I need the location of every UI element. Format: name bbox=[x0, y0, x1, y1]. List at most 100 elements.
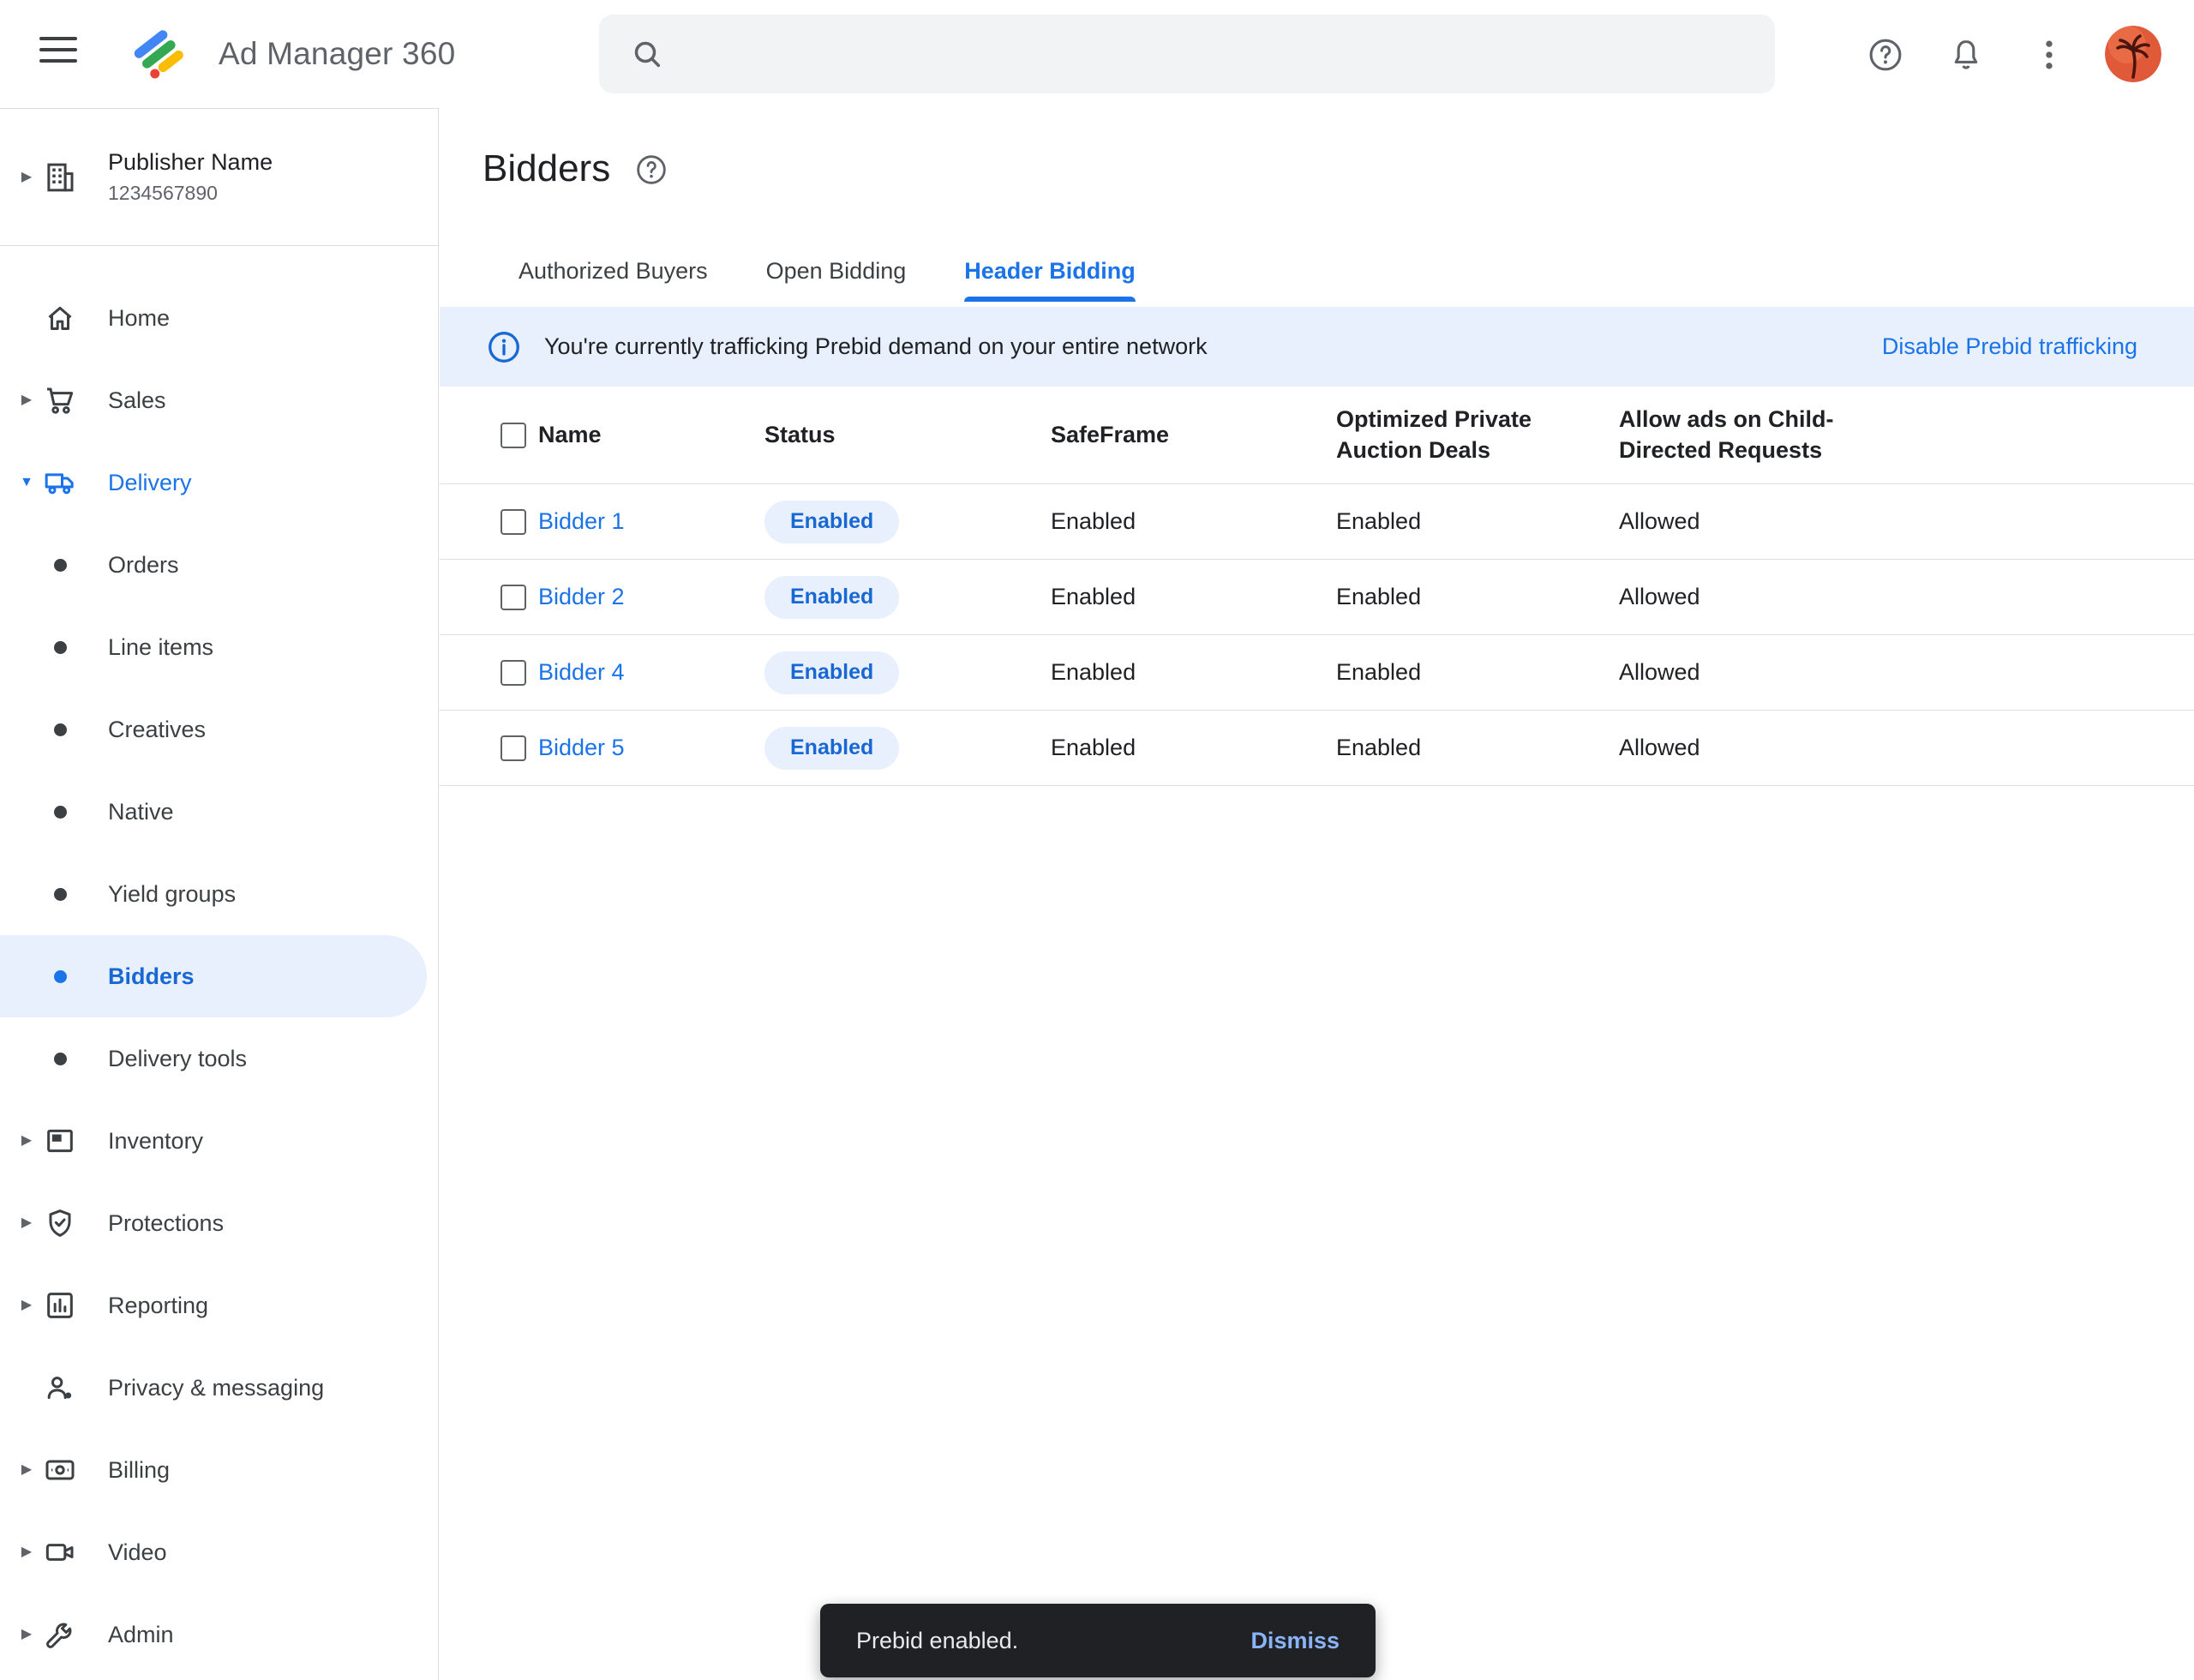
person-icon bbox=[39, 1371, 81, 1405]
tab-bar: Authorized Buyers Open Bidding Header Bi… bbox=[440, 240, 2194, 302]
bullet-icon bbox=[39, 970, 81, 983]
notifications-button[interactable] bbox=[1946, 35, 1986, 75]
table-row: Bidder 4 Enabled Enabled Enabled Allowed bbox=[440, 635, 2194, 711]
publisher-id: 1234567890 bbox=[108, 182, 273, 205]
child-directed-value: Allowed bbox=[1619, 659, 2194, 686]
row-checkbox[interactable] bbox=[501, 585, 526, 610]
toast-message: Prebid enabled. bbox=[856, 1628, 1018, 1654]
table-row: Bidder 1 Enabled Enabled Enabled Allowed bbox=[440, 484, 2194, 560]
bullet-icon bbox=[39, 723, 81, 736]
help-button[interactable] bbox=[1866, 35, 1905, 75]
sidebar-item-billing[interactable]: ▶ Billing bbox=[0, 1429, 427, 1511]
select-all-checkbox[interactable] bbox=[501, 423, 526, 448]
search-input[interactable] bbox=[683, 40, 1775, 68]
search-icon bbox=[630, 37, 664, 71]
page-help-button[interactable] bbox=[634, 153, 668, 187]
status-badge: Enabled bbox=[764, 501, 899, 543]
chevron-right-icon: ▶ bbox=[14, 393, 39, 407]
cart-icon bbox=[39, 383, 81, 417]
chevron-right-icon: ▶ bbox=[14, 1299, 39, 1312]
status-badge: Enabled bbox=[764, 651, 899, 694]
chevron-right-icon: ▶ bbox=[14, 1463, 39, 1477]
private-auction-value: Enabled bbox=[1336, 584, 1619, 610]
sidebar-item-reporting[interactable]: ▶ Reporting bbox=[0, 1264, 427, 1347]
bidder-link[interactable]: Bidder 2 bbox=[538, 584, 625, 609]
billing-icon bbox=[39, 1453, 81, 1487]
tab-open-bidding[interactable]: Open Bidding bbox=[737, 240, 936, 302]
video-camera-icon bbox=[39, 1535, 81, 1569]
ad-manager-page: Ad Manager 360 bbox=[0, 0, 2194, 1680]
bullet-icon bbox=[39, 806, 81, 819]
inventory-icon bbox=[39, 1124, 81, 1158]
page-title: Bidders bbox=[483, 147, 610, 190]
dismiss-button[interactable]: Dismiss bbox=[1250, 1628, 1340, 1654]
sidebar-item-protections[interactable]: ▶ Protections bbox=[0, 1182, 427, 1264]
main-content: Bidders Authorized Buyers Open Bidding H… bbox=[440, 108, 2194, 1680]
tab-authorized-buyers[interactable]: Authorized Buyers bbox=[489, 240, 737, 302]
bullet-icon bbox=[39, 641, 81, 654]
status-badge: Enabled bbox=[764, 727, 899, 770]
publisher-selector[interactable]: ▶ Publisher Name 1234567890 bbox=[0, 109, 438, 246]
child-directed-value: Allowed bbox=[1619, 508, 2194, 535]
sidebar-item-inventory[interactable]: ▶ Inventory bbox=[0, 1100, 427, 1182]
row-checkbox[interactable] bbox=[501, 509, 526, 535]
table-row: Bidder 5 Enabled Enabled Enabled Allowed bbox=[440, 711, 2194, 786]
sidebar-item-home[interactable]: Home bbox=[0, 277, 427, 359]
sidebar-item-sales[interactable]: ▶ Sales bbox=[0, 359, 427, 441]
publisher-name: Publisher Name bbox=[108, 149, 273, 176]
bar-chart-icon bbox=[39, 1288, 81, 1323]
avatar-palm-icon bbox=[2105, 26, 2161, 82]
menu-icon[interactable] bbox=[39, 37, 79, 71]
row-checkbox[interactable] bbox=[501, 735, 526, 761]
bidder-link[interactable]: Bidder 4 bbox=[538, 659, 625, 685]
status-badge: Enabled bbox=[764, 576, 899, 619]
row-checkbox[interactable] bbox=[501, 660, 526, 686]
top-app-bar: Ad Manager 360 bbox=[0, 0, 2194, 108]
bell-icon bbox=[1947, 36, 1985, 74]
snackbar-toast: Prebid enabled. Dismiss bbox=[820, 1604, 1376, 1677]
sidebar-item-native[interactable]: Native bbox=[0, 771, 427, 853]
bidder-link[interactable]: Bidder 1 bbox=[538, 508, 625, 534]
help-icon bbox=[1867, 36, 1904, 74]
account-avatar[interactable] bbox=[2105, 26, 2161, 82]
column-header-child-directed: Allow ads on Child-Directed Requests bbox=[1619, 405, 1846, 465]
ad-manager-logo-icon bbox=[129, 24, 189, 84]
safeframe-value: Enabled bbox=[1051, 508, 1336, 535]
home-icon bbox=[39, 301, 81, 335]
sidebar-item-bidders[interactable]: Bidders bbox=[0, 935, 427, 1017]
private-auction-value: Enabled bbox=[1336, 659, 1619, 686]
sidebar-item-admin[interactable]: ▶ Admin bbox=[0, 1593, 427, 1676]
help-circle-icon bbox=[634, 153, 668, 187]
column-header-safeframe: SafeFrame bbox=[1051, 420, 1336, 451]
search-bar[interactable] bbox=[599, 15, 1775, 93]
column-header-name: Name bbox=[538, 420, 764, 451]
bullet-icon bbox=[39, 559, 81, 572]
sidebar-item-video[interactable]: ▶ Video bbox=[0, 1511, 427, 1593]
safeframe-value: Enabled bbox=[1051, 584, 1336, 610]
table-header-row: Name Status SafeFrame Optimized Private … bbox=[440, 387, 2194, 484]
column-header-status: Status bbox=[764, 420, 1051, 451]
table-row: Bidder 2 Enabled Enabled Enabled Allowed bbox=[440, 560, 2194, 635]
sidebar-item-line-items[interactable]: Line items bbox=[0, 606, 427, 688]
nav-list: Home ▶ Sales ▼ bbox=[0, 246, 438, 1676]
sidebar-item-privacy-messaging[interactable]: Privacy & messaging bbox=[0, 1347, 427, 1429]
sidebar-item-creatives[interactable]: Creatives bbox=[0, 688, 427, 771]
sidebar-item-delivery[interactable]: ▼ Delivery bbox=[0, 441, 427, 524]
sidebar-item-orders[interactable]: Orders bbox=[0, 524, 427, 606]
sidebar-item-yield-groups[interactable]: Yield groups bbox=[0, 853, 427, 935]
building-icon bbox=[39, 159, 81, 195]
tab-header-bidding[interactable]: Header Bidding bbox=[935, 240, 1165, 302]
chevron-down-icon: ▼ bbox=[14, 476, 39, 489]
wrench-icon bbox=[39, 1617, 81, 1652]
private-auction-value: Enabled bbox=[1336, 735, 1619, 761]
more-vertical-icon bbox=[2030, 36, 2068, 74]
safeframe-value: Enabled bbox=[1051, 735, 1336, 761]
sidebar-item-delivery-tools[interactable]: Delivery tools bbox=[0, 1017, 427, 1100]
more-options-button[interactable] bbox=[2029, 35, 2069, 75]
app-title: Ad Manager 360 bbox=[219, 0, 455, 108]
private-auction-value: Enabled bbox=[1336, 508, 1619, 535]
disable-prebid-link[interactable]: Disable Prebid trafficking bbox=[1882, 333, 2137, 360]
child-directed-value: Allowed bbox=[1619, 584, 2194, 610]
shield-icon bbox=[39, 1206, 81, 1240]
bidder-link[interactable]: Bidder 5 bbox=[538, 735, 625, 760]
